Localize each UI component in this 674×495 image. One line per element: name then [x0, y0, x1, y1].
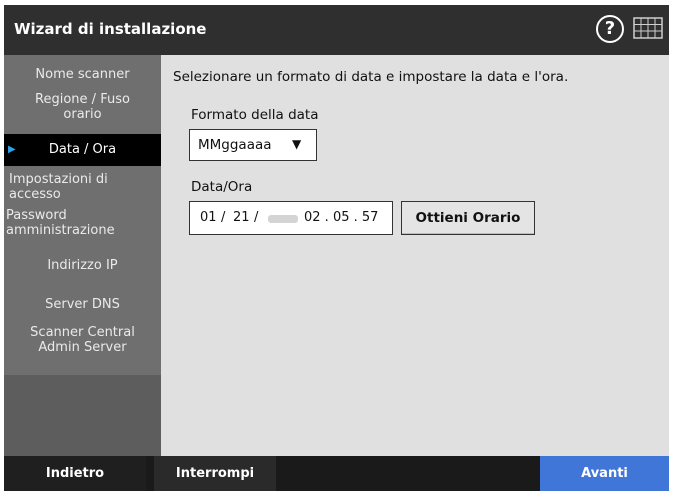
wizard-steps-sidebar: Nome scanner Regione / Fuso orario ▶ Dat…	[4, 55, 161, 456]
setup-wizard-window: Wizard di installazione ? Nome scanner R…	[4, 5, 669, 491]
date-format-label: Formato della data	[191, 107, 319, 123]
main-content: Selezionare un formato di data e imposta…	[161, 55, 669, 456]
time-field[interactable]: 02 . 05 . 57	[304, 210, 378, 225]
date-separator: /	[221, 210, 226, 225]
step-indirizzo-ip: Indirizzo IP	[47, 258, 118, 273]
cancel-button[interactable]: Interrompi	[154, 456, 276, 491]
chevron-down-icon: ▼	[292, 137, 302, 151]
instruction-text: Selezionare un formato di data e imposta…	[173, 69, 569, 85]
step-regione-fuso-orario: Regione / Fuso orario	[35, 92, 130, 122]
help-icon[interactable]: ?	[596, 15, 624, 43]
year-field-redacted[interactable]	[268, 215, 298, 223]
step-password-amministrazione: Password amministrazione	[6, 208, 115, 238]
date-format-value: MMggaaaa	[198, 137, 272, 153]
back-button[interactable]: Indietro	[4, 456, 146, 491]
date-format-select[interactable]: MMggaaaa ▼	[189, 129, 317, 161]
step-nome-scanner: Nome scanner	[35, 67, 130, 82]
keyboard-icon[interactable]	[633, 17, 663, 39]
active-step-arrow-icon: ▶	[8, 144, 16, 155]
day-field[interactable]: 21	[233, 210, 250, 225]
datetime-input[interactable]: 01 / 21 / 02 . 05 . 57	[189, 201, 393, 235]
step-impostazioni-di-accesso: Impostazioni di accesso	[9, 172, 108, 202]
title-bar: Wizard di installazione ?	[4, 5, 669, 55]
footer-bar: Indietro Interrompi Avanti	[4, 456, 669, 491]
datetime-label: Data/Ora	[191, 179, 253, 195]
step-scanner-central-admin-server: Scanner Central Admin Server	[30, 325, 135, 355]
steps-list: Nome scanner Regione / Fuso orario ▶ Dat…	[4, 55, 161, 375]
step-data-ora: ▶ Data / Ora	[4, 134, 161, 166]
next-button[interactable]: Avanti	[540, 456, 669, 491]
get-time-button[interactable]: Ottieni Orario	[401, 201, 535, 235]
window-title: Wizard di installazione	[14, 20, 207, 38]
step-server-dns: Server DNS	[45, 297, 120, 312]
month-field[interactable]: 01	[200, 210, 217, 225]
date-separator: /	[254, 210, 259, 225]
